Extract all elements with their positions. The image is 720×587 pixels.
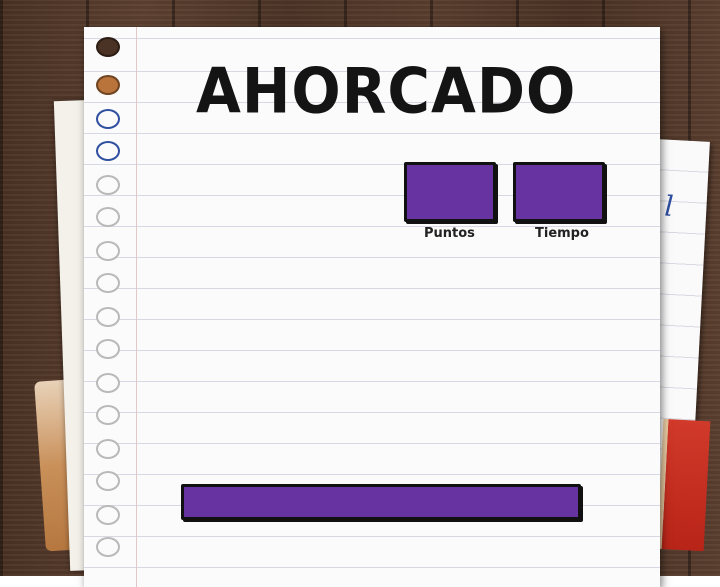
spiral-hole <box>96 537 120 557</box>
scribble-decoration: l <box>663 189 675 223</box>
spiral-hole <box>96 207 120 227</box>
spiral-hole <box>96 75 120 95</box>
margin-line <box>136 27 137 587</box>
spiral-hole <box>96 339 120 359</box>
game-title: AHORCADO <box>196 54 577 128</box>
spiral-hole <box>96 505 120 525</box>
word-display-bar <box>181 484 581 520</box>
torn-paper-scrap-right <box>656 418 711 552</box>
spiral-hole <box>96 141 120 161</box>
spiral-hole <box>96 273 120 293</box>
spiral-hole <box>96 373 120 393</box>
spiral-hole <box>96 241 120 261</box>
time-display <box>513 162 605 222</box>
spiral-hole <box>96 307 120 327</box>
spiral-hole <box>96 175 120 195</box>
points-label: Puntos <box>424 226 475 241</box>
spiral-hole <box>96 471 120 491</box>
time-label: Tiempo <box>535 226 589 241</box>
points-display <box>404 162 496 222</box>
spiral-hole <box>96 405 120 425</box>
spiral-holes <box>92 37 122 577</box>
spiral-hole <box>96 109 120 129</box>
spiral-hole <box>96 439 120 459</box>
spiral-hole <box>96 37 120 57</box>
